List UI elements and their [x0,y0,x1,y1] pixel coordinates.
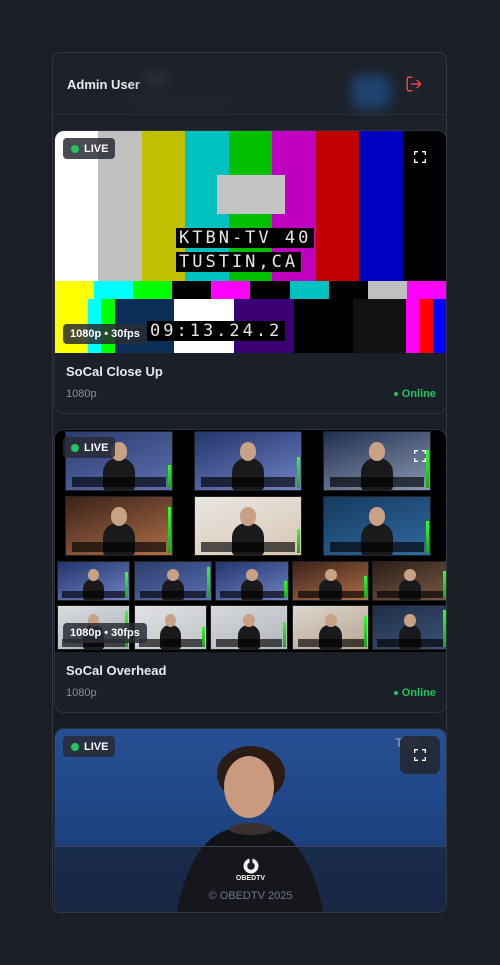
station-id-line-1: KTBN-TV 40 [176,228,315,248]
blurred-button[interactable] [351,75,391,109]
mosaic-tile [210,605,288,650]
camera-card[interactable]: LIVE 1080p • 30fps SoCal Overhead 1080p … [54,429,446,713]
tile-caption [215,639,283,647]
mosaic-tile [65,496,173,556]
footer-logo-text: OBEDTV [235,875,266,882]
status-dot-icon [393,392,398,396]
mosaic-tile [57,561,130,601]
mosaic-tile [372,605,446,650]
user-subtitle-blur [123,97,233,105]
tile-caption [220,591,284,599]
tile-caption [72,476,166,488]
obedtv-logo-icon [243,858,259,874]
live-dot-icon [71,144,79,153]
user-avatar-blur [141,73,171,87]
tile-caption [330,476,424,488]
logout-icon[interactable] [405,75,423,93]
camera-title: SoCal Close Up [66,364,163,379]
test-pattern-box [217,175,285,214]
camera-panel: Admin User KTBN-TV 40 TUSTIN,CA 09:13.24… [52,52,447,913]
camera-card[interactable]: TBN LIVE OBEDTV © OBEDTV 2025 [54,728,446,912]
audio-meter [125,572,128,598]
mosaic-tile [292,605,369,650]
live-label: LIVE [84,740,109,753]
tile-caption [201,541,295,553]
audio-meter [443,571,446,598]
mosaic-tile [194,431,302,491]
camera-status: Online [393,388,436,400]
audio-meter [283,621,286,647]
tile-caption [297,591,364,599]
tile-person-head [404,568,416,581]
audio-meter [202,627,205,647]
tile-caption [139,591,207,599]
tile-caption [72,541,166,553]
mosaic-tile [194,496,302,556]
tile-person-head [246,568,258,581]
tile-caption [330,541,424,553]
mosaic-tile [323,496,431,556]
camera-title: SoCal Overhead [66,663,167,678]
camera-feed[interactable]: KTBN-TV 40 TUSTIN,CA 09:13.24.2 LIVE 108… [55,131,446,353]
station-id-line-2: TUSTIN,CA [176,252,302,272]
resolution-badge: 1080p • 30fps [63,623,147,643]
mosaic-tile [292,561,369,601]
mosaic-tile [134,561,212,601]
timecode: 09:13.24.2 [147,321,286,341]
resolution-badge: 1080p • 30fps [63,324,147,344]
top-bar: Admin User [53,53,446,115]
camera-resolution: 1080p [66,388,97,400]
fullscreen-button[interactable] [400,736,440,774]
live-dot-icon [71,443,79,452]
live-badge: LIVE [63,138,116,159]
camera-resolution: 1080p [66,687,97,699]
live-label: LIVE [84,441,109,454]
camera-card[interactable]: KTBN-TV 40 TUSTIN,CA 09:13.24.2 LIVE 108… [54,130,446,414]
live-badge: LIVE [63,736,116,757]
audio-meter [297,528,300,553]
audio-meter [443,610,446,647]
audio-meter [168,464,171,488]
tile-person-head [87,568,100,581]
camera-feed[interactable]: TBN LIVE OBEDTV © OBEDTV 2025 [55,729,446,912]
live-label: LIVE [84,142,109,155]
footer: OBEDTV © OBEDTV 2025 [55,846,446,912]
camera-status: Online [393,687,436,699]
audio-meter [426,521,429,553]
tile-caption [139,639,202,647]
tile-person-head [324,568,337,581]
tile-person-head [166,568,180,581]
fullscreen-icon[interactable] [412,149,428,165]
audio-meter [207,567,210,598]
tile-caption [297,639,364,647]
camera-status-label: Online [401,687,436,699]
audio-meter [364,576,367,598]
mosaic-tile [372,561,446,601]
audio-meter [297,457,300,488]
live-badge: LIVE [63,437,116,458]
tile-caption [201,476,295,488]
fullscreen-icon [414,749,426,761]
mosaic-tile [215,561,289,601]
status-dot-icon [393,691,398,695]
audio-meter [284,581,287,598]
camera-feed[interactable]: LIVE 1080p • 30fps [55,430,446,652]
tile-caption [377,591,443,599]
tile-person-head [324,613,337,628]
tile-caption [377,639,443,647]
user-name: Admin User [67,77,140,92]
audio-meter [364,616,367,647]
audio-meter [168,507,171,553]
camera-status-label: Online [401,388,436,400]
live-dot-icon [71,742,79,751]
color-bars-mid [55,281,446,299]
footer-copyright: © OBEDTV 2025 [208,890,293,902]
tile-caption [62,591,125,599]
fullscreen-icon[interactable] [412,448,428,464]
